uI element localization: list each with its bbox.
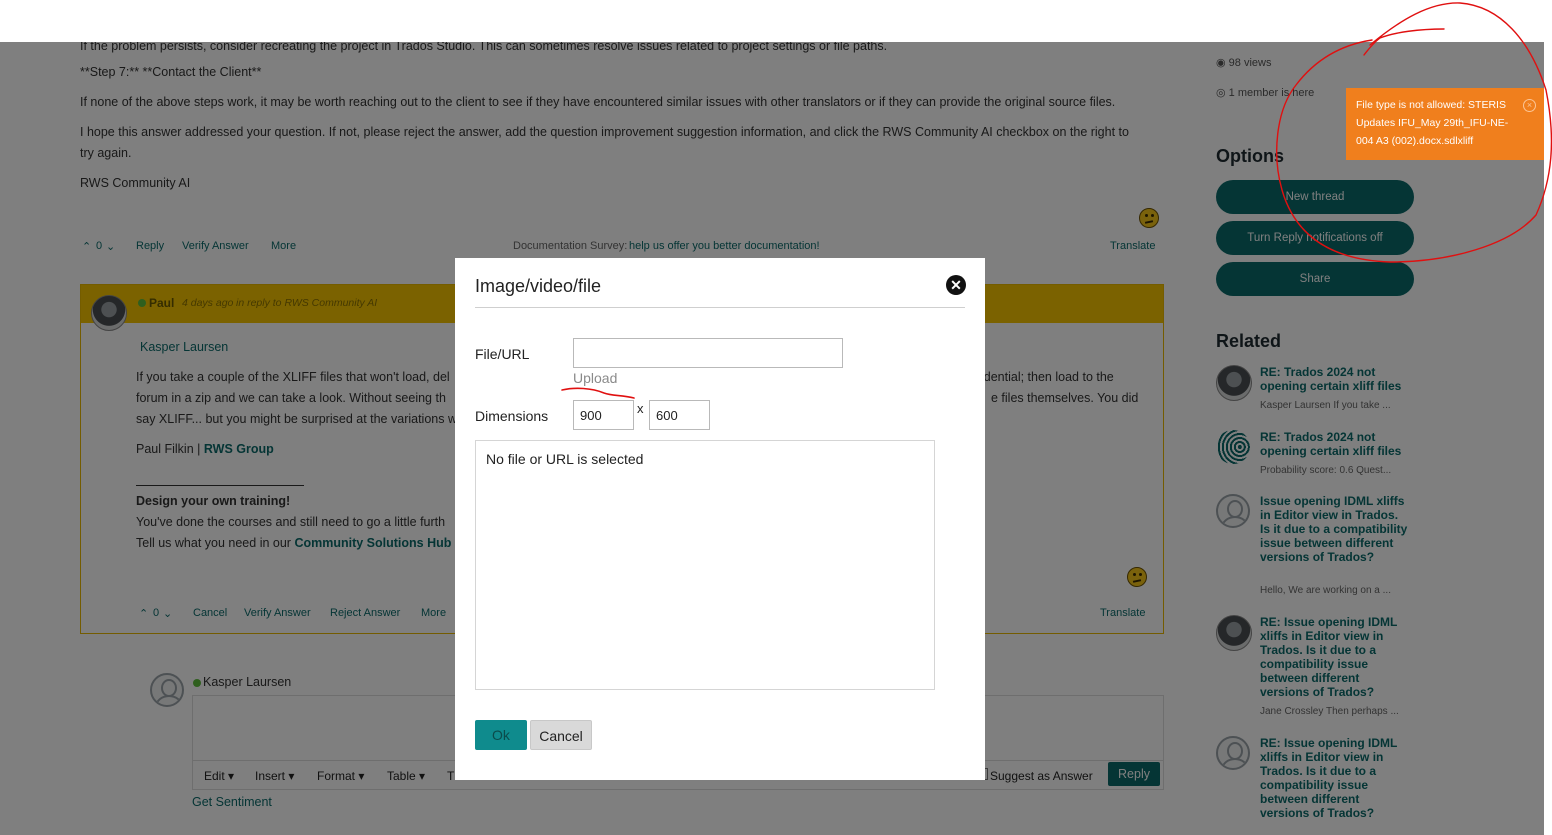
upload-link[interactable]: Upload <box>573 370 617 386</box>
divider <box>475 307 965 308</box>
file-url-label: File/URL <box>475 346 530 362</box>
dialog-title: Image/video/file <box>475 276 602 296</box>
height-input[interactable] <box>649 400 710 430</box>
error-toast: File type is not allowed: STERIS Updates… <box>1346 88 1544 160</box>
preview-message: No file or URL is selected <box>486 451 644 467</box>
ok-button[interactable]: Ok <box>475 720 527 750</box>
file-url-input[interactable] <box>573 338 843 368</box>
image-video-file-dialog: Image/video/file ✕ File/URL Upload Dimen… <box>455 258 985 780</box>
dimension-separator: x <box>637 401 644 416</box>
close-icon[interactable]: × <box>1523 99 1536 112</box>
close-icon[interactable]: ✕ <box>946 275 966 295</box>
cancel-button[interactable]: Cancel <box>530 720 592 750</box>
width-input[interactable] <box>573 400 634 430</box>
preview-area: No file or URL is selected <box>475 440 935 690</box>
dimensions-label: Dimensions <box>475 408 549 424</box>
